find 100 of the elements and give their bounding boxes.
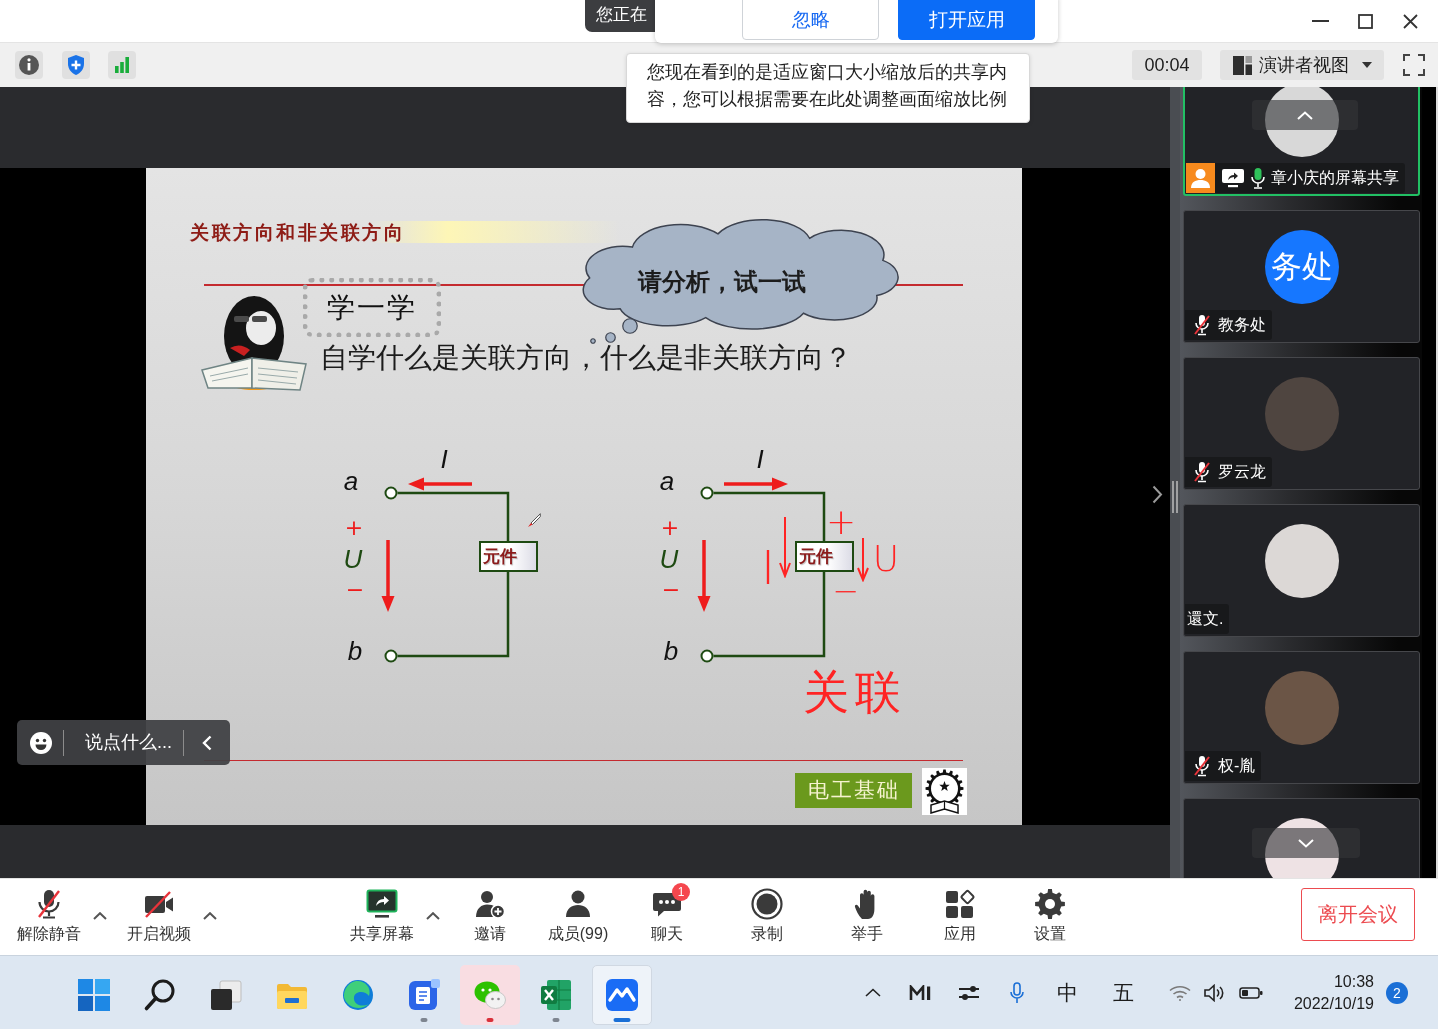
wifi-icon[interactable] <box>1169 984 1191 1001</box>
ime-mode-indicator[interactable]: 中 <box>1057 982 1078 1003</box>
settings-button[interactable]: 设置 <box>1010 879 1090 943</box>
terminal-icon <box>700 649 714 663</box>
handwritten-note: − <box>832 583 860 599</box>
apps-button[interactable]: 应用 <box>920 879 1000 943</box>
handwritten-note: I <box>761 545 775 591</box>
course-badge: 电工基础 <box>795 773 912 808</box>
input-method-indicator[interactable]: 五 <box>1112 982 1134 1003</box>
chat-input-field[interactable]: 说点什么... <box>85 732 183 753</box>
voltage-arrow <box>697 540 711 612</box>
start-video-button[interactable]: 开启视频 <box>119 879 199 943</box>
invite-button[interactable]: 邀请 <box>450 879 530 943</box>
swirl-icon <box>341 978 375 1012</box>
unmute-button[interactable]: 解除静音 <box>9 879 89 943</box>
meeting-timer: 00:04 <box>1132 50 1202 80</box>
polarity-label: − <box>345 579 365 601</box>
record-icon <box>751 888 783 920</box>
search-icon <box>143 978 177 1012</box>
terminal-icon <box>700 486 714 500</box>
screen-share-icon <box>366 888 398 920</box>
participant-name: 章小庆的屏幕共享 <box>1271 167 1399 188</box>
record-button[interactable]: 录制 <box>727 879 807 943</box>
section-label: 学一学 <box>303 278 441 337</box>
resize-handle[interactable] <box>1172 480 1178 513</box>
layout-icon <box>1233 55 1252 75</box>
caret-down-icon <box>1362 62 1372 68</box>
thought-cloud-text: 请分析，试一试 <box>638 268 806 296</box>
smiley-icon[interactable] <box>29 730 53 755</box>
chevron-down-icon <box>1298 838 1314 848</box>
chevron-right-icon[interactable] <box>1152 485 1163 504</box>
chevron-up-icon[interactable] <box>865 988 881 997</box>
current-label: I <box>756 446 764 472</box>
view-mode-button[interactable]: 演讲者视图 <box>1220 50 1384 80</box>
participant-name: 权-胤 <box>1218 755 1256 776</box>
caret-up-icon[interactable] <box>203 912 217 920</box>
component-block: 元件 <box>479 541 538 572</box>
component-block: 元件 <box>795 541 854 572</box>
fullscreen-icon[interactable] <box>1403 54 1425 76</box>
scroll-down-button[interactable] <box>1252 828 1360 858</box>
document-icon <box>407 978 441 1012</box>
open-app-button[interactable]: 打开应用 <box>898 0 1035 40</box>
handwritten-note: 关联 <box>803 669 907 715</box>
maximize-icon[interactable] <box>1358 13 1373 29</box>
microphone-icon[interactable] <box>1010 981 1024 1004</box>
clock-date[interactable]: 2022/10/19 <box>1293 992 1374 1015</box>
dismiss-button[interactable]: 忽略 <box>742 0 879 40</box>
info-icon[interactable] <box>15 51 43 79</box>
handwritten-note: + <box>825 504 857 540</box>
current-label: I <box>440 446 448 472</box>
terminal-label: b <box>347 638 363 664</box>
clock-time[interactable]: 10:38 <box>1333 970 1374 993</box>
chat-button[interactable]: 聊天 1 <box>627 879 707 943</box>
shield-icon[interactable] <box>62 51 90 79</box>
unread-badge: 1 <box>672 883 690 901</box>
sliders-icon[interactable] <box>957 984 980 1001</box>
question-text: 自学什么是关联方向，什么是非关联方向？ <box>320 344 852 372</box>
battery-icon[interactable] <box>1239 986 1263 999</box>
add-person-icon <box>474 888 506 920</box>
emblem-icon <box>922 768 967 815</box>
participant-name: 罗云龙 <box>1218 461 1266 482</box>
start-menu-icon <box>77 978 111 1012</box>
share-screen-button[interactable]: 共享屏幕 <box>342 879 422 943</box>
notification-tooltip: 您正在 <box>585 0 655 32</box>
scroll-up-button[interactable] <box>1252 100 1358 130</box>
chevron-up-icon <box>1297 110 1313 120</box>
voltage-arrow <box>381 540 395 612</box>
caret-up-icon[interactable] <box>93 912 107 920</box>
task-view-icon <box>209 978 243 1012</box>
terminal-label: a <box>343 468 359 494</box>
handwritten-note: U <box>872 541 900 577</box>
leave-meeting-button[interactable]: 离开会议 <box>1301 888 1415 941</box>
terminal-icon <box>384 486 398 500</box>
caret-up-icon[interactable] <box>426 912 440 920</box>
raise-hand-button[interactable]: 举手 <box>827 879 907 943</box>
zoom-hint-text: 您现在看到的是适应窗口大小缩放后的共享内容，您可以根据需要在此处调整画面缩放比例 <box>646 61 1008 111</box>
tray-app-icon[interactable] <box>908 984 932 1001</box>
thought-bubble-dot <box>604 331 616 343</box>
voltage-label: U <box>343 546 363 572</box>
settings-icon <box>1034 888 1066 920</box>
terminal-label: b <box>663 638 679 664</box>
initials-avatar: 务处 <box>1264 230 1339 304</box>
participant-name: 教务处 <box>1218 314 1266 335</box>
handwritten-arrow <box>779 516 791 578</box>
spreadsheet-icon <box>539 978 573 1012</box>
polarity-label: + <box>660 517 680 539</box>
voltage-label: U <box>659 546 679 572</box>
terminal-label: a <box>659 468 675 494</box>
polarity-label: + <box>344 517 364 539</box>
polarity-label: − <box>661 579 681 601</box>
terminal-icon <box>384 649 398 663</box>
thought-bubble-dot <box>622 318 638 334</box>
speaker-icon[interactable] <box>1204 983 1226 1002</box>
close-icon[interactable] <box>1403 13 1418 29</box>
notification-badge[interactable]: 2 <box>1386 981 1408 1004</box>
scrollbar[interactable] <box>1422 87 1438 878</box>
pen-cursor-icon <box>527 513 541 528</box>
chevron-left-icon[interactable] <box>202 734 212 751</box>
participants-button[interactable]: 成员(99) <box>538 879 618 943</box>
participant-name: 還文. <box>1187 608 1224 629</box>
